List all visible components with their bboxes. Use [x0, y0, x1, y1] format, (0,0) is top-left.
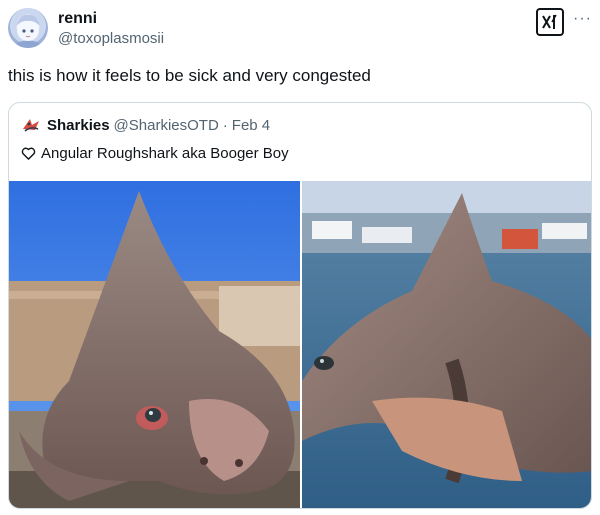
quoted-media-grid: [9, 181, 591, 508]
author-display-name[interactable]: renni: [58, 10, 97, 28]
more-options-icon[interactable]: ···: [573, 10, 592, 28]
quoted-tweet-header: Sharkies @SharkiesOTD · Feb 4: [21, 115, 270, 135]
separator-dot: ·: [222, 116, 228, 134]
quoted-date[interactable]: Feb 4: [232, 117, 270, 134]
quoted-handle[interactable]: @SharkiesOTD: [114, 117, 219, 134]
quoted-tweet-text-row: Angular Roughshark aka Booger Boy: [21, 145, 289, 162]
roughshark-closeup-image: [9, 181, 300, 508]
shark-logo-icon[interactable]: [21, 115, 41, 135]
anime-avatar-icon: [14, 14, 42, 48]
grok-glyph-icon: [542, 14, 557, 29]
avatar[interactable]: [8, 8, 48, 48]
roughshark-photo-harbor[interactable]: [302, 181, 591, 508]
quoted-tweet-text: Angular Roughshark aka Booger Boy: [41, 145, 289, 162]
quoted-display-name[interactable]: Sharkies: [47, 117, 110, 134]
quoted-tweet[interactable]: Sharkies @SharkiesOTD · Feb 4 Angular Ro…: [8, 102, 592, 509]
author-handle[interactable]: @toxoplasmosii: [58, 30, 164, 47]
roughshark-photo-closeup[interactable]: [9, 181, 300, 508]
heart-outline-icon: [21, 147, 36, 160]
roughshark-harbor-image: [302, 181, 591, 508]
tweet-header: renni @toxoplasmosii ···: [8, 8, 592, 52]
grok-icon[interactable]: [536, 8, 564, 36]
tweet-text: this is how it feels to be sick and very…: [8, 66, 371, 85]
